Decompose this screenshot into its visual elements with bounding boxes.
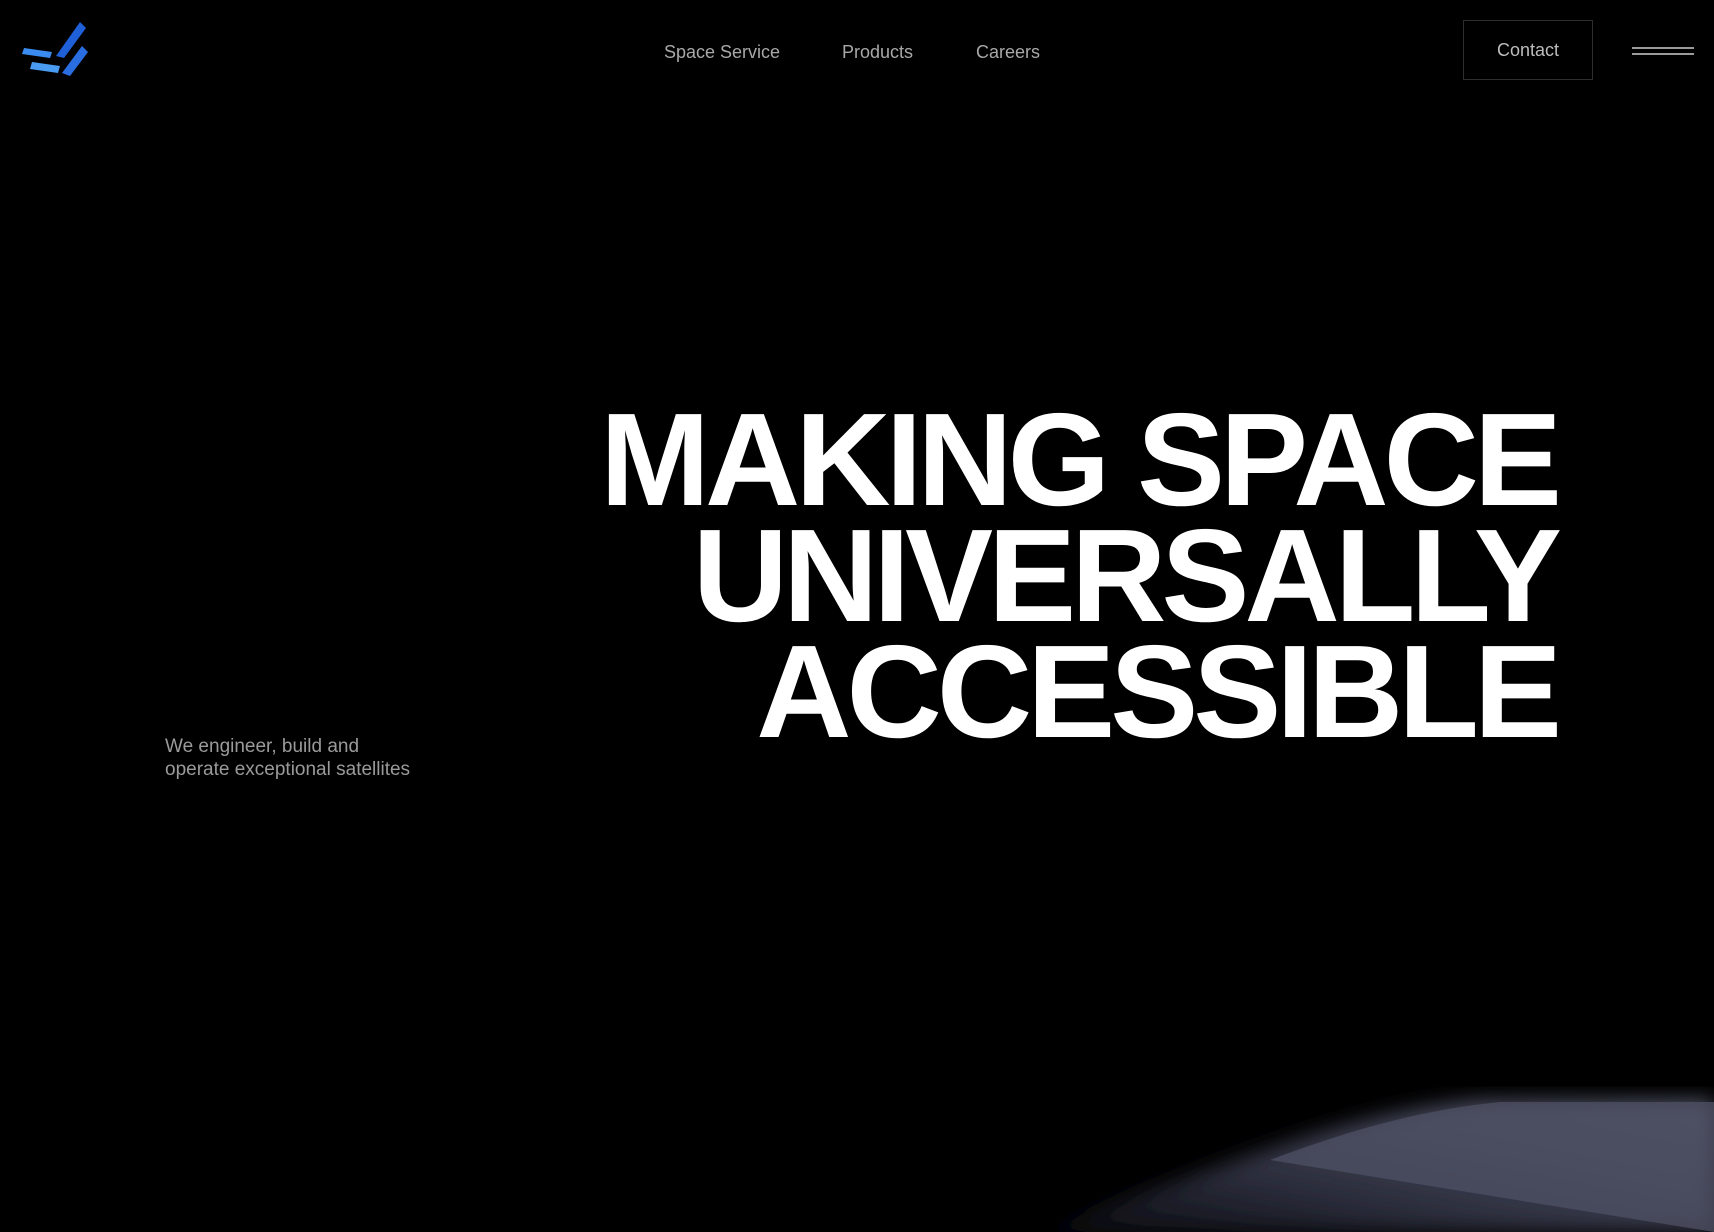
hero-title: MAKING SPACE UNIVERSALLY ACCESSIBLE [600, 386, 1562, 765]
main-nav: Space Service Products Careers [0, 38, 1714, 66]
tagline-line: We engineer, build and [165, 736, 360, 757]
nav-item-space-service[interactable]: Space Service [664, 38, 780, 66]
tagline-line: operate exceptional satellites [165, 759, 411, 780]
menu-line [1632, 53, 1694, 55]
hero-title-line: MAKING SPACE [600, 386, 1562, 533]
page: Space Service Products Careers Contact M… [0, 0, 1714, 1232]
menu-line [1632, 47, 1694, 49]
planet-surface-image [1040, 1100, 1714, 1232]
hero-title-line: UNIVERSALLY [692, 502, 1562, 649]
nav-item-careers[interactable]: Careers [976, 38, 1040, 66]
hero-title-line: ACCESSIBLE [756, 618, 1562, 765]
menu-button[interactable] [1630, 40, 1696, 64]
nav-item-products[interactable]: Products [842, 38, 913, 66]
contact-button[interactable]: Contact [1463, 20, 1593, 80]
hero-tagline: We engineer, build and operate exception… [165, 735, 465, 781]
